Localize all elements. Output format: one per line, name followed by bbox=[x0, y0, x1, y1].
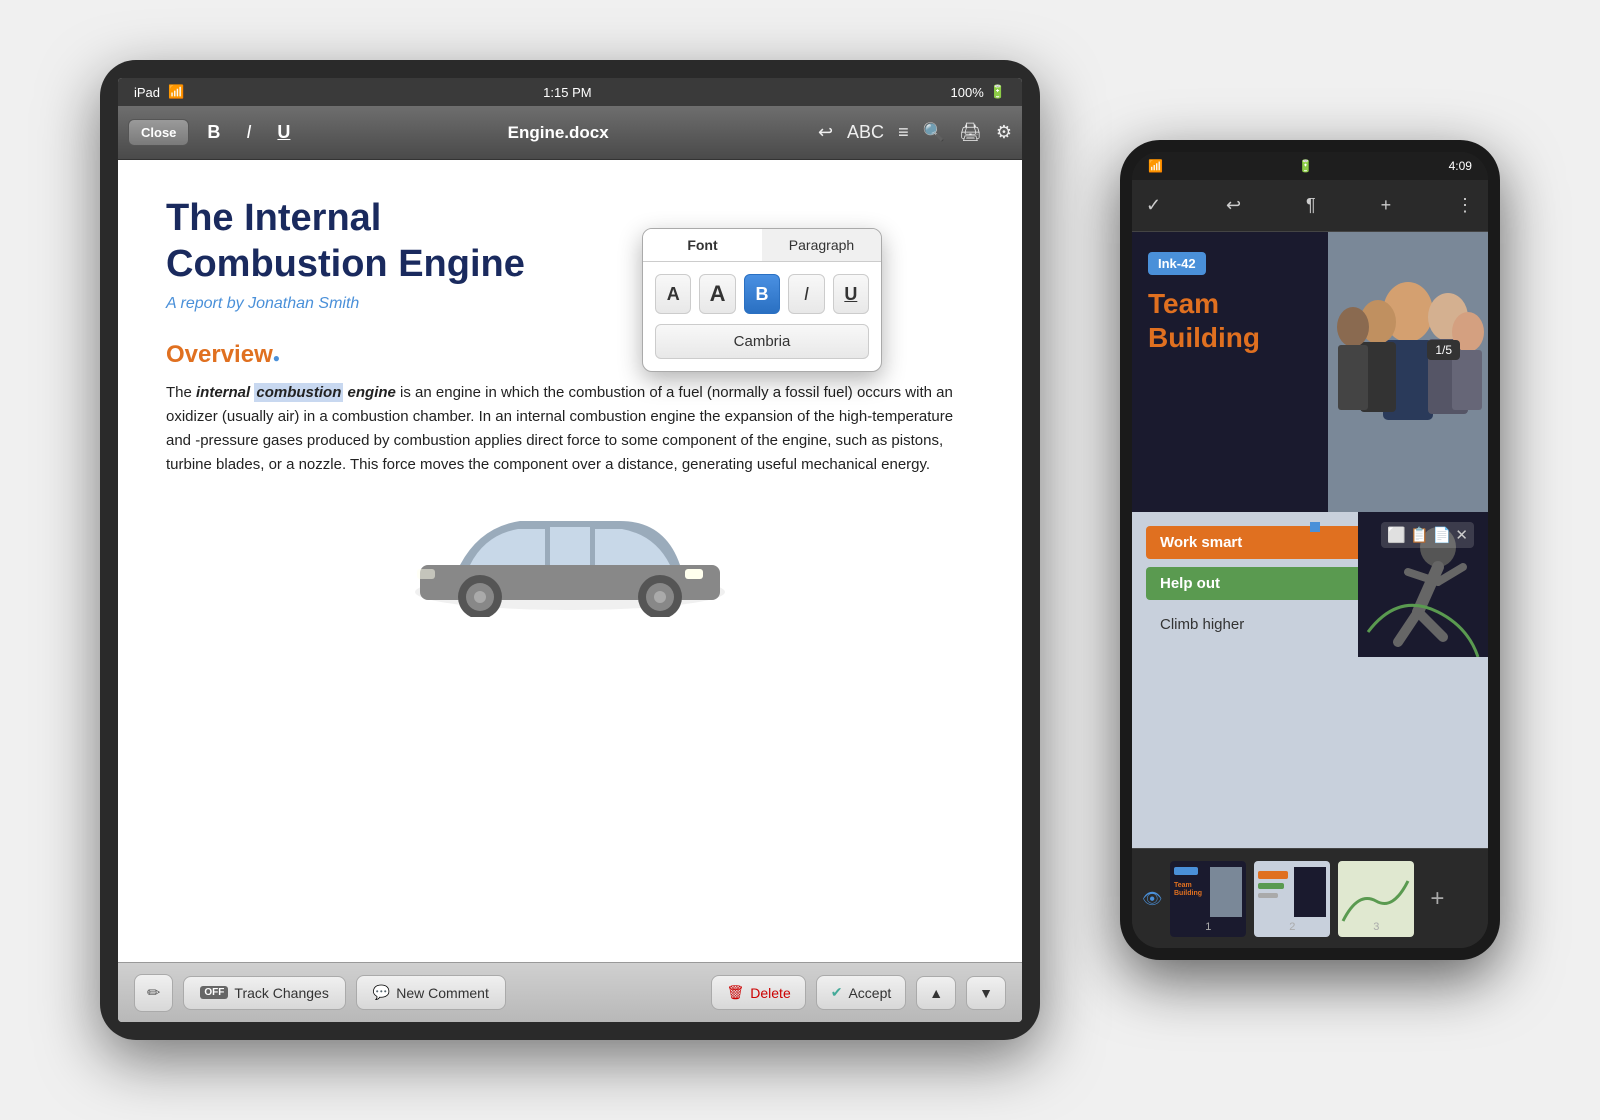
doc-title-line1: The Internal bbox=[166, 197, 381, 239]
copy-icon[interactable]: 📋 bbox=[1410, 526, 1429, 544]
doc-body[interactable]: The internal combustion engine is an eng… bbox=[166, 381, 974, 477]
font-size-decrease-btn[interactable]: A bbox=[655, 274, 691, 314]
delete-label: Delete bbox=[750, 985, 790, 1001]
underline-button[interactable]: U bbox=[269, 118, 298, 147]
check-icon: ✔ bbox=[831, 984, 843, 1001]
tablet-bottom-toolbar: ✏ OFF Track Changes 💬 New Comment 🗑 Dele… bbox=[118, 962, 1022, 1022]
paragraph-tab[interactable]: Paragraph bbox=[762, 229, 881, 261]
thumbnail-2[interactable]: 2 bbox=[1254, 861, 1330, 937]
font-size-increase-btn[interactable]: A bbox=[699, 274, 735, 314]
comment-icon: 💬 bbox=[373, 984, 390, 1001]
svg-text:Building: Building bbox=[1174, 890, 1202, 897]
document-area: The Internal Combustion Engine A report … bbox=[118, 160, 1022, 962]
undo-icon[interactable]: ↩ bbox=[818, 122, 833, 143]
status-left: iPad 📶 bbox=[134, 84, 184, 100]
font-format-row: A A B I U bbox=[655, 274, 869, 314]
search-icon[interactable]: 🔍 bbox=[923, 122, 945, 143]
slide-tag: Ink-42 bbox=[1148, 252, 1206, 275]
format-tool-icon[interactable]: ¶ bbox=[1306, 195, 1316, 216]
font-underline-btn[interactable]: U bbox=[833, 274, 869, 314]
eye-icon: 👁 bbox=[1142, 889, 1162, 909]
crop-icon[interactable]: ⬜ bbox=[1387, 526, 1406, 544]
phone-battery-icon: 🔋 bbox=[1298, 159, 1313, 173]
slide-counter: 1/5 bbox=[1427, 340, 1460, 360]
tablet-status-bar: iPad 📶 1:15 PM 100% 🔋 bbox=[118, 78, 1022, 106]
font-bold-btn[interactable]: B bbox=[744, 274, 780, 314]
phone-toolbar: ✓ ↩ ¶ + ⋮ bbox=[1132, 180, 1488, 232]
svg-text:Team: Team bbox=[1174, 882, 1192, 889]
bold-button[interactable]: B bbox=[199, 118, 228, 147]
slide-title-line1: Team bbox=[1148, 287, 1312, 321]
thumbnail-1[interactable]: Team Building 1 bbox=[1170, 861, 1246, 937]
font-popup-body: A A B I U Cambria bbox=[643, 262, 881, 371]
battery-icon: 🔋 bbox=[990, 84, 1006, 100]
tablet-toolbar: Close B I U Engine.docx ↩ ABC ≡ 🔍 🖨 ⚙ bbox=[118, 106, 1022, 160]
track-changes-button[interactable]: OFF Track Changes bbox=[183, 976, 345, 1010]
phone-main-slide: Ink-42 Team Building bbox=[1132, 232, 1488, 512]
slide-title-line2: Building bbox=[1148, 321, 1312, 355]
document-title: Engine.docx bbox=[308, 123, 808, 143]
tablet-screen: iPad 📶 1:15 PM 100% 🔋 Close B I U Engine… bbox=[118, 78, 1022, 1022]
battery-label: 100% bbox=[951, 85, 984, 100]
pencil-button[interactable]: ✏ bbox=[134, 974, 173, 1012]
car-svg bbox=[400, 497, 740, 617]
doc-title-line2: Combustion Engine bbox=[166, 243, 525, 285]
people-illustration bbox=[1328, 232, 1488, 512]
more-tool-icon[interactable]: ⋮ bbox=[1456, 195, 1474, 216]
phone-main-content: 1/5 Ink-42 Team Building bbox=[1132, 232, 1488, 948]
print-icon[interactable]: 🖨 bbox=[959, 122, 982, 143]
phone-status-bar: 📶 🔋 4:09 bbox=[1132, 152, 1488, 180]
up-arrow-button[interactable]: ▲ bbox=[916, 976, 956, 1010]
phone-wifi-icon: 📶 bbox=[1148, 159, 1163, 173]
close-button[interactable]: Close bbox=[128, 119, 189, 146]
tablet-device: iPad 📶 1:15 PM 100% 🔋 Close B I U Engine… bbox=[100, 60, 1040, 1040]
view-icon[interactable]: ≡ bbox=[898, 122, 909, 143]
font-tab[interactable]: Font bbox=[643, 229, 762, 261]
font-popup: Font Paragraph A A B I U Cambria bbox=[642, 228, 882, 372]
scene: iPad 📶 1:15 PM 100% 🔋 Close B I U Engine… bbox=[100, 60, 1500, 1060]
doc-bold-text: internal bbox=[196, 384, 250, 401]
slide-content-left: Ink-42 Team Building bbox=[1132, 232, 1328, 512]
track-changes-label: Track Changes bbox=[234, 985, 328, 1001]
paste-icon[interactable]: 📄 bbox=[1433, 526, 1452, 544]
slide-photo bbox=[1328, 232, 1488, 512]
accept-button[interactable]: ✔ Accept bbox=[816, 975, 907, 1010]
doc-italic-text: engine bbox=[348, 384, 396, 401]
add-tool-icon[interactable]: + bbox=[1381, 195, 1392, 216]
thumb-num-3: 3 bbox=[1373, 921, 1379, 933]
font-popup-tabs: Font Paragraph bbox=[643, 229, 881, 262]
status-right: 100% 🔋 bbox=[951, 84, 1006, 100]
thumbnail-3[interactable]: 3 bbox=[1338, 861, 1414, 937]
car-illustration bbox=[166, 497, 974, 622]
status-time: 1:15 PM bbox=[543, 85, 591, 100]
close-slide-icon[interactable]: ✕ bbox=[1455, 526, 1468, 544]
font-name-display[interactable]: Cambria bbox=[655, 324, 869, 359]
phone-screen: 📶 🔋 4:09 ✓ ↩ ¶ + ⋮ 1/5 bbox=[1132, 152, 1488, 948]
toolbar-right-icons: ↩ ABC ≡ 🔍 🖨 ⚙ bbox=[818, 122, 1012, 143]
phone-thumbnails: 👁 Team Building 1 bbox=[1132, 848, 1488, 948]
add-slide-button[interactable]: + bbox=[1422, 885, 1452, 913]
wifi-icon: 📶 bbox=[168, 84, 184, 100]
settings-icon[interactable]: ⚙ bbox=[996, 122, 1012, 143]
new-comment-button[interactable]: 💬 New Comment bbox=[356, 975, 506, 1010]
device-name: iPad bbox=[134, 85, 160, 100]
phone-device: 📶 🔋 4:09 ✓ ↩ ¶ + ⋮ 1/5 bbox=[1120, 140, 1500, 960]
thumb-num-2: 2 bbox=[1289, 921, 1295, 933]
slide-main-title: Team Building bbox=[1148, 287, 1312, 354]
check-tool-icon[interactable]: ✓ bbox=[1146, 195, 1161, 216]
down-arrow-button[interactable]: ▼ bbox=[966, 976, 1006, 1010]
off-badge: OFF bbox=[200, 986, 228, 999]
phone-time: 4:09 bbox=[1449, 159, 1472, 173]
spell-check-icon[interactable]: ABC bbox=[847, 122, 884, 143]
new-comment-label: New Comment bbox=[396, 985, 489, 1001]
accept-label: Accept bbox=[848, 985, 891, 1001]
doc-highlighted-text: combustion bbox=[254, 383, 343, 402]
italic-button[interactable]: I bbox=[238, 118, 259, 147]
delete-button[interactable]: 🗑 Delete bbox=[711, 975, 805, 1010]
undo-tool-icon[interactable]: ↩ bbox=[1226, 195, 1241, 216]
thumb-num-1: 1 bbox=[1205, 921, 1211, 933]
trash-icon: 🗑 bbox=[726, 984, 744, 1001]
font-italic-btn[interactable]: I bbox=[788, 274, 824, 314]
